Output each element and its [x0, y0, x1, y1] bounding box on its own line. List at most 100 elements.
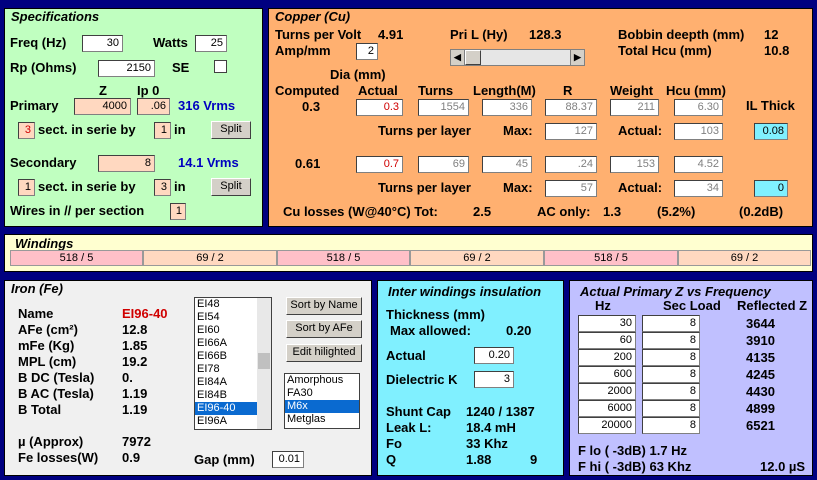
mpl-label: MPL (cm)	[18, 354, 77, 369]
fo-label: Fo	[386, 436, 402, 451]
hz-input[interactable]: 20000	[578, 417, 636, 434]
primary-sect-label: sect. in serie by	[38, 122, 136, 137]
core-list-scrollbar[interactable]	[257, 298, 271, 429]
pri-max-label: Max:	[503, 123, 533, 138]
tpv-value: 4.91	[378, 27, 404, 42]
pri-il-thick-input[interactable]: 0.08	[754, 123, 788, 140]
material-item[interactable]: FA30	[285, 387, 359, 400]
hcu-total-value: 10.8	[764, 43, 790, 58]
wires-label: Wires in // per section	[10, 203, 145, 218]
reflected-z-value: 4135	[746, 350, 775, 365]
load-input[interactable]: 8	[642, 366, 700, 383]
slider-thumb[interactable]	[465, 50, 481, 65]
rp-input[interactable]: 2150	[98, 60, 155, 77]
ac-percent: (5.2%)	[657, 204, 696, 219]
hdr-computed: Computed	[275, 83, 340, 98]
secondary-z-input[interactable]: 8	[98, 155, 155, 172]
bobbin-label: Bobbin deepth (mm)	[618, 27, 745, 42]
load-input[interactable]: 8	[642, 315, 700, 332]
q-value: 1.88	[466, 452, 492, 467]
se-checkbox[interactable]	[214, 60, 227, 73]
wires-input[interactable]: 1	[170, 203, 186, 220]
sec-actual-dia-input[interactable]: 0.7	[356, 156, 403, 173]
winding-cell[interactable]: 518 / 5	[544, 250, 678, 266]
hcu-total-label: Total Hcu (mm)	[618, 43, 712, 58]
mfe-value: 1.85	[122, 338, 148, 353]
hz-input[interactable]: 600	[578, 366, 636, 383]
primary-split-button[interactable]: Split	[211, 121, 251, 139]
ip-header: Ip 0	[137, 83, 160, 98]
material-item-selected[interactable]: M6x	[285, 400, 359, 413]
secondary-split-button[interactable]: Split	[211, 178, 251, 196]
dielectric-input[interactable]: 3	[474, 371, 514, 388]
winding-cell[interactable]: 69 / 2	[410, 250, 544, 266]
winding-cell[interactable]: 69 / 2	[143, 250, 277, 266]
ac-only-label: AC only:	[537, 204, 591, 219]
primary-sections-input[interactable]: 3	[18, 122, 35, 139]
hz-input[interactable]: 200	[578, 349, 636, 366]
leak-label: Leak L:	[386, 420, 432, 435]
amp-input[interactable]: 2	[356, 43, 378, 60]
pril-value: 128.3	[529, 27, 562, 42]
primary-parallel-input[interactable]: 1	[154, 122, 171, 139]
load-input[interactable]: 8	[642, 332, 700, 349]
material-item[interactable]: Amorphous	[285, 374, 359, 387]
frequency-title: Actual Primary Z vs Frequency	[580, 284, 771, 299]
primary-z-input[interactable]: 4000	[74, 98, 131, 115]
pril-slider[interactable]: ◀ ▶	[450, 49, 585, 66]
secondary-sections-input[interactable]: 1	[18, 179, 35, 196]
core-list[interactable]: EI48 EI54 EI60 EI66A EI66B EI78 EI84A EI…	[194, 297, 272, 430]
material-item[interactable]: Metglas	[285, 413, 359, 426]
hz-input[interactable]: 30	[578, 315, 636, 332]
watts-input[interactable]: 25	[195, 35, 227, 52]
sort-by-afe-button[interactable]: Sort by AFe	[286, 320, 362, 338]
iron-name-label: Name	[18, 306, 54, 321]
secondary-in-label: in	[174, 179, 186, 194]
ac-only-value: 1.3	[603, 204, 622, 219]
pri-actual-tpl-label: Actual:	[618, 123, 663, 138]
pri-actual-dia-input[interactable]: 0.3	[356, 99, 403, 116]
bac-label: B AC (Tesla)	[18, 386, 94, 401]
sec-actual-tpl: 34	[674, 180, 723, 197]
f-lo: F lo ( -3dB) 1.7 Hz	[578, 443, 688, 458]
leak-value: 18.4 mH	[466, 420, 516, 435]
iron-title: Iron (Fe)	[11, 281, 63, 296]
sec-il-thick-input[interactable]: 0	[754, 180, 788, 197]
sort-by-name-button[interactable]: Sort by Name	[286, 297, 362, 315]
winding-cell[interactable]: 518 / 5	[10, 250, 143, 266]
load-input[interactable]: 8	[642, 400, 700, 417]
freq-input[interactable]: 30	[82, 35, 123, 52]
winding-cell[interactable]: 518 / 5	[277, 250, 410, 266]
felosses-value: 0.9	[122, 450, 141, 465]
pril-label: Pri L (Hy)	[450, 27, 508, 42]
material-list[interactable]: Amorphous FA30 M6x Metglas	[284, 373, 360, 429]
shunt-label: Shunt Cap	[386, 404, 451, 419]
hz-input[interactable]: 2000	[578, 383, 636, 400]
core-list-scroll-thumb[interactable]	[258, 353, 270, 369]
primary-ip-input[interactable]: .06	[137, 98, 170, 115]
slider-right-arrow[interactable]: ▶	[570, 50, 584, 65]
winding-cell[interactable]: 69 / 2	[678, 250, 811, 266]
cu-losses-label: Cu losses (W@40°C) Tot:	[283, 204, 438, 219]
pri-turns: 1554	[418, 99, 469, 116]
slider-left-arrow[interactable]: ◀	[451, 50, 465, 65]
windings-title: Windings	[15, 236, 74, 251]
secondary-parallel-input[interactable]: 3	[154, 179, 171, 196]
load-input[interactable]: 8	[642, 417, 700, 434]
hz-input[interactable]: 6000	[578, 400, 636, 417]
dielectric-label: Dielectric K	[386, 372, 458, 387]
gap-input[interactable]: 0.01	[272, 451, 304, 468]
insul-actual-input[interactable]: 0.20	[474, 347, 514, 364]
hz-input[interactable]: 60	[578, 332, 636, 349]
load-input[interactable]: 8	[642, 349, 700, 366]
load-input[interactable]: 8	[642, 383, 700, 400]
sec-weight: 153	[610, 156, 659, 173]
bdc-value: 0.	[122, 370, 133, 385]
edit-hilighted-button[interactable]: Edit hilighted	[286, 344, 362, 362]
sec-length: 45	[482, 156, 532, 173]
pri-length: 336	[482, 99, 532, 116]
gap-label: Gap (mm)	[194, 452, 255, 467]
reflected-z-header: Reflected Z	[737, 298, 808, 313]
sec-max: 57	[545, 180, 597, 197]
cu-losses-tot: 2.5	[473, 204, 492, 219]
